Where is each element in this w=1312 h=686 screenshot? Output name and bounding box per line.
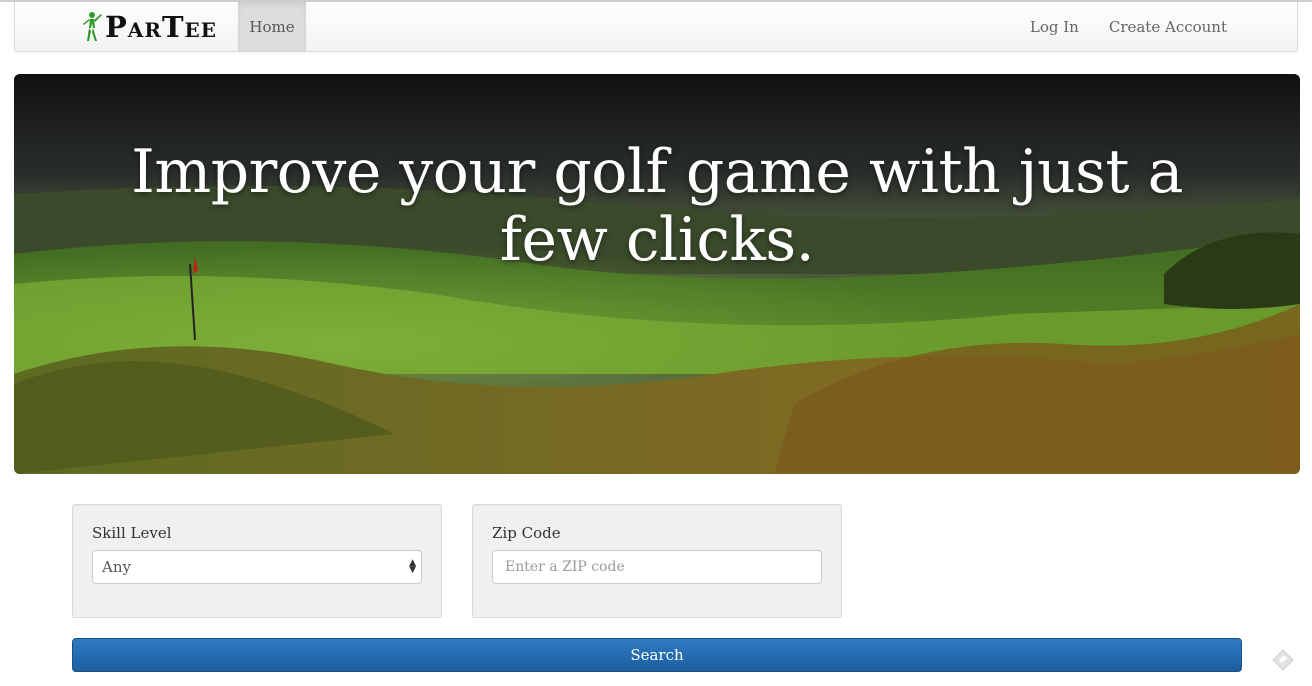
- brand-name: ParTee: [105, 10, 218, 44]
- login-link[interactable]: Log In: [1030, 18, 1079, 36]
- nav-home-link[interactable]: Home: [238, 2, 306, 52]
- create-account-link[interactable]: Create Account: [1109, 18, 1227, 36]
- skill-level-select[interactable]: Any ▲ ▼: [92, 550, 422, 584]
- zip-code-input[interactable]: [492, 550, 822, 584]
- eraser-icon[interactable]: [1270, 645, 1296, 671]
- skill-level-label: Skill Level: [92, 524, 172, 542]
- zip-code-panel: Zip Code: [472, 504, 842, 618]
- top-navbar: ParTee Home Log In Create Account: [14, 2, 1298, 52]
- zip-code-label: Zip Code: [492, 524, 561, 542]
- golfer-logo-icon: [83, 12, 102, 41]
- skill-level-selected-value: Any: [102, 558, 131, 576]
- nav-right-links: Log In Create Account: [1030, 2, 1227, 52]
- hero-headline: Improve your golf game with just a few c…: [131, 137, 1183, 275]
- hero-banner: Improve your golf game with just a few c…: [14, 74, 1300, 474]
- brand-logo[interactable]: ParTee: [81, 10, 217, 44]
- search-button[interactable]: Search: [72, 638, 1242, 672]
- up-down-arrows-icon: ▲ ▼: [409, 558, 416, 575]
- skill-level-panel: Skill Level Any ▲ ▼: [72, 504, 442, 618]
